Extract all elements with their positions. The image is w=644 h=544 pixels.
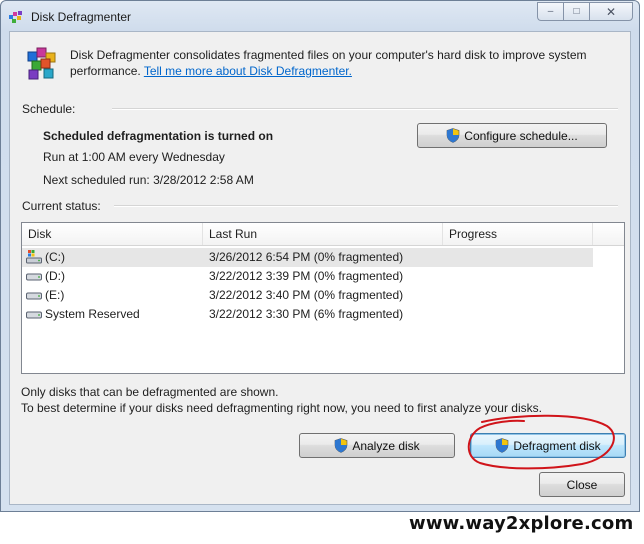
disk-last-run: 3/22/2012 3:30 PM (6% fragmented) <box>209 307 404 321</box>
drive-icon <box>26 311 42 319</box>
disk-name: (E:) <box>45 288 65 302</box>
schedule-status: Scheduled defragmentation is turned on <box>43 129 274 143</box>
current-status-heading: Current status: <box>22 199 101 213</box>
configure-schedule-label: Configure schedule... <box>464 128 578 143</box>
defrag-blocks-icon <box>27 47 56 80</box>
drive-icon <box>26 273 42 281</box>
analyze-disk-label: Analyze disk <box>352 438 420 453</box>
notes-line1: Only disks that can be defragmented are … <box>21 385 279 399</box>
schedule-divider <box>112 108 618 110</box>
disk-name: (D:) <box>45 269 65 283</box>
close-window-button[interactable]: ✕ <box>589 2 633 21</box>
maximize-button[interactable]: □ <box>563 2 589 21</box>
column-header-progress[interactable]: Progress <box>443 223 593 245</box>
analyze-disk-button[interactable]: Analyze disk <box>299 433 455 458</box>
close-label: Close <box>566 477 598 492</box>
learn-more-link[interactable]: Tell me more about Disk Defragmenter. <box>144 64 352 78</box>
notes-line2: To best determine if your disks need def… <box>21 401 542 415</box>
disk-defragmenter-icon <box>9 11 22 23</box>
drive-icon <box>26 292 42 300</box>
disk-row-system-reserved[interactable]: System Reserved 3/22/2012 3:30 PM (6% fr… <box>22 305 593 324</box>
disk-row-c[interactable]: (C:) 3/26/2012 6:54 PM (0% fragmented) <box>22 248 593 267</box>
close-button[interactable]: Close <box>539 472 625 497</box>
caption-buttons: – □ ✕ <box>537 2 633 22</box>
intro-text-line1: Disk Defragmenter consolidates fragmente… <box>70 48 587 62</box>
schedule-next-run: Next scheduled run: 3/28/2012 2:58 AM <box>43 173 254 187</box>
watermark-text: www.way2xplore.com <box>409 513 634 534</box>
uac-shield-icon <box>335 438 348 453</box>
disk-last-run: 3/22/2012 3:39 PM (0% fragmented) <box>209 269 404 283</box>
column-header-disk-label: Disk <box>28 227 52 241</box>
minimize-icon: – <box>547 6 554 17</box>
schedule-run-at: Run at 1:00 AM every Wednesday <box>43 150 225 164</box>
disk-row-e[interactable]: (E:) 3/22/2012 3:40 PM (0% fragmented) <box>22 286 593 305</box>
disk-name: System Reserved <box>45 307 140 321</box>
schedule-heading: Schedule: <box>22 102 76 116</box>
window-title: Disk Defragmenter <box>31 10 132 24</box>
maximize-icon: □ <box>573 6 580 17</box>
disk-last-run: 3/22/2012 3:40 PM (0% fragmented) <box>209 288 404 302</box>
close-icon: ✕ <box>605 4 617 19</box>
annotation-circle <box>467 414 615 470</box>
column-header-last-run-label: Last Run <box>209 227 258 241</box>
title-bar[interactable]: Disk Defragmenter – □ ✕ <box>1 1 639 31</box>
disk-list-header: Disk Last Run Progress <box>22 223 624 246</box>
disk-name: (C:) <box>45 250 65 264</box>
column-header-disk[interactable]: Disk <box>22 223 203 245</box>
intro-text-line2: performance. Tell me more about Disk Def… <box>70 64 352 78</box>
disk-row-d[interactable]: (D:) 3/22/2012 3:39 PM (0% fragmented) <box>22 267 593 286</box>
uac-shield-icon <box>446 128 460 143</box>
system-drive-icon <box>26 250 42 264</box>
column-header-progress-label: Progress <box>449 227 498 241</box>
column-header-last-run[interactable]: Last Run <box>203 223 443 245</box>
disk-list[interactable]: Disk Last Run Progress (C:) 3/26/2012 6:… <box>21 222 625 374</box>
current-status-divider <box>114 205 618 207</box>
intro-text-prefix: performance. <box>70 64 141 78</box>
disk-last-run: 3/26/2012 6:54 PM (0% fragmented) <box>209 250 404 264</box>
minimize-button[interactable]: – <box>537 2 563 21</box>
configure-schedule-button[interactable]: Configure schedule... <box>417 123 607 148</box>
